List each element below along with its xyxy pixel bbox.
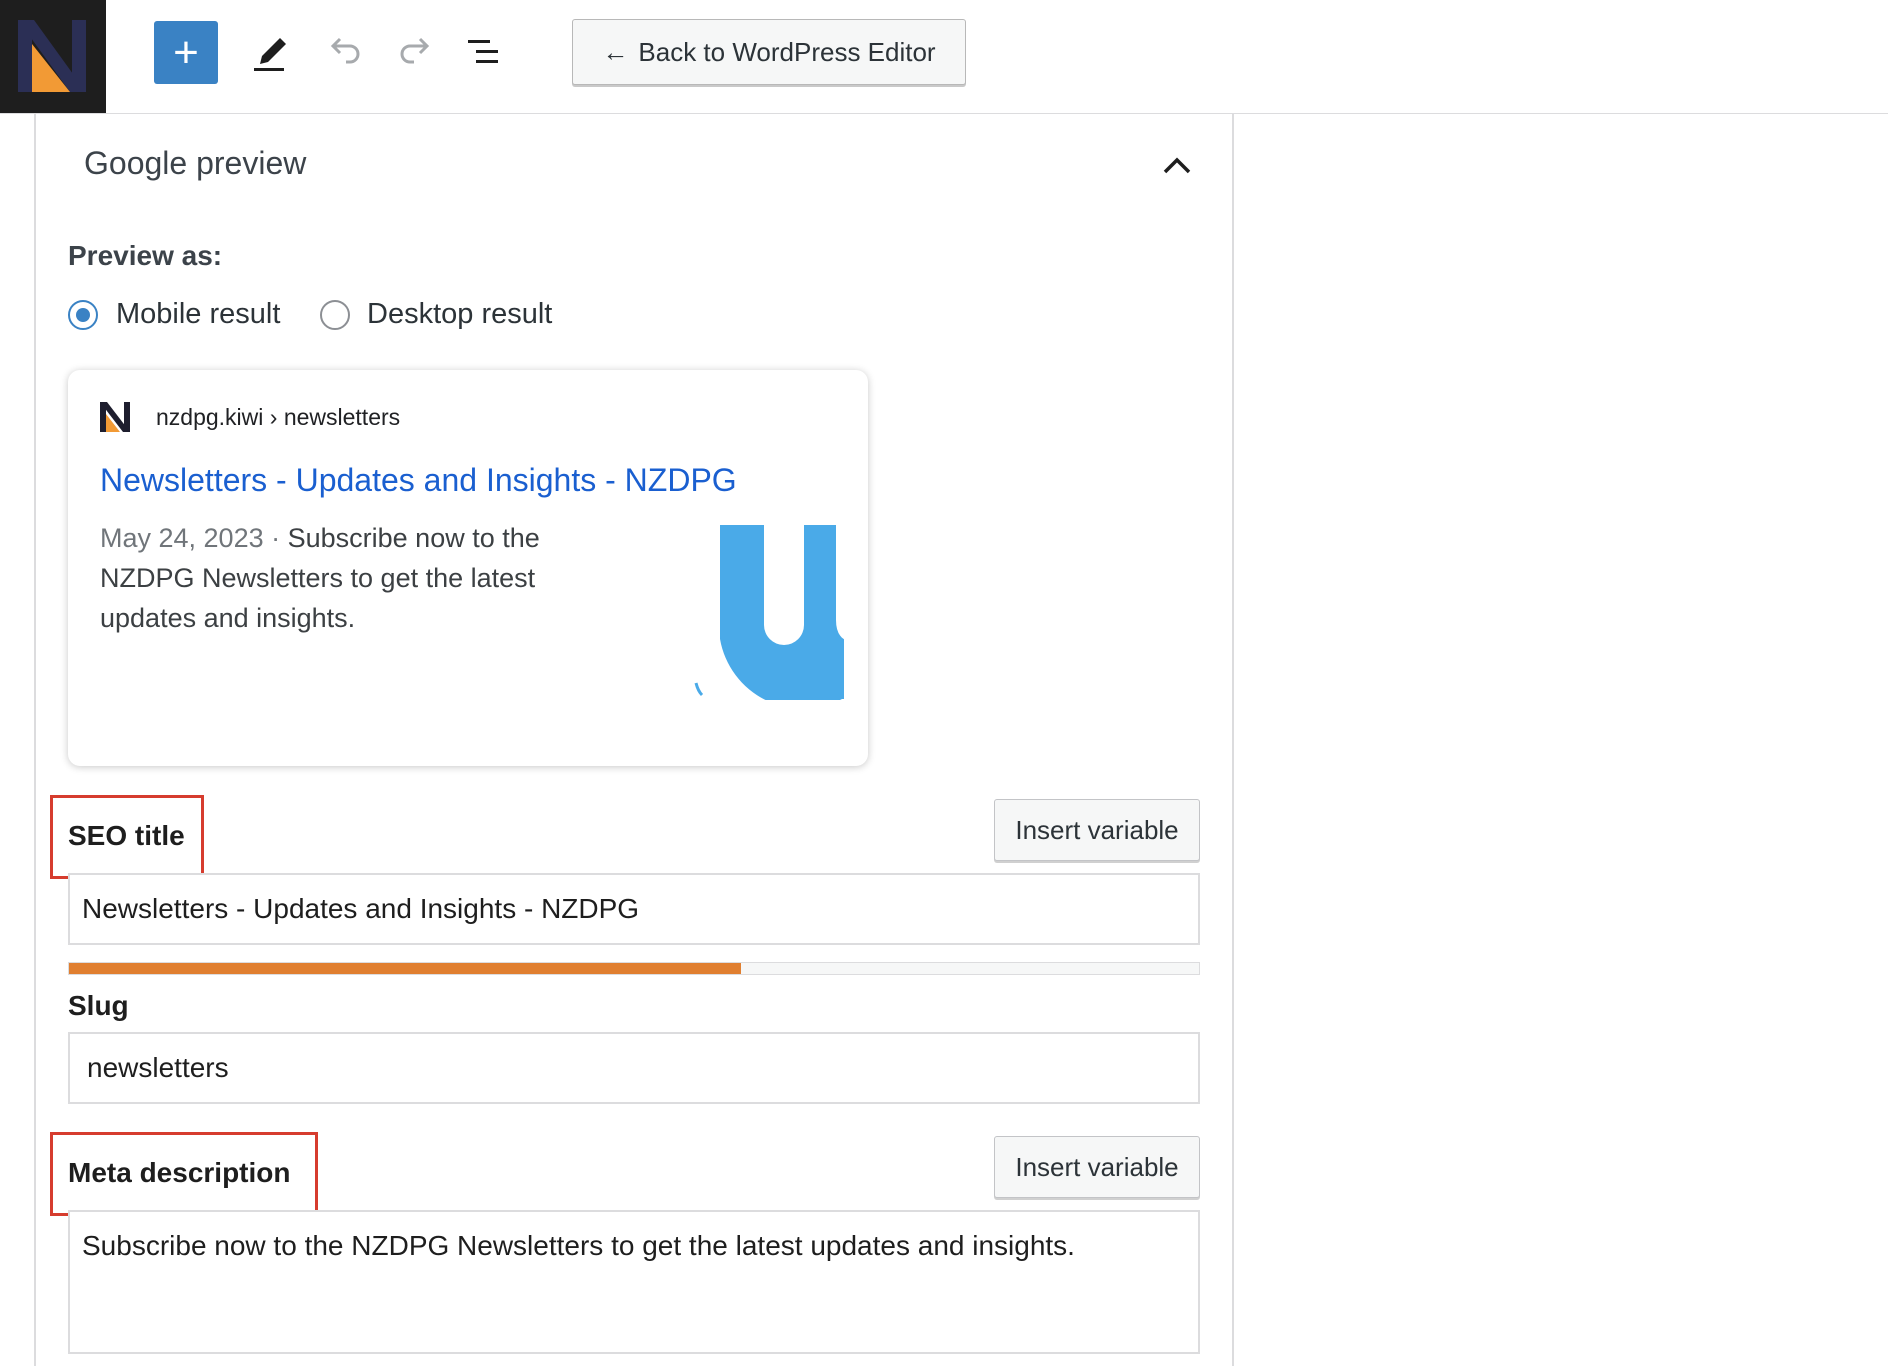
plus-icon: + xyxy=(173,27,199,77)
pencil-icon[interactable] xyxy=(248,28,296,76)
seo-title-length-fill xyxy=(69,963,742,974)
undo-icon[interactable] xyxy=(320,28,368,76)
back-to-editor-button[interactable]: ← Back to WordPress Editor xyxy=(572,19,966,85)
result-breadcrumb: nzdpg.kiwi › newsletters xyxy=(156,404,401,430)
preview-as-label: Preview as: xyxy=(68,240,223,271)
section-title: Google preview xyxy=(84,145,307,181)
seo-title-label: SEO title xyxy=(68,820,185,851)
seo-title-input[interactable]: Newsletters - Updates and Insights - NZD… xyxy=(68,873,1200,945)
desktop-result-label[interactable]: Desktop result xyxy=(367,298,552,331)
panel-border-right xyxy=(1232,113,1234,1366)
seo-title-length-bar xyxy=(68,962,1200,975)
result-date-separator: · xyxy=(263,523,288,553)
result-snippet: May 24, 2023 · Subscribe now to the NZDP… xyxy=(100,518,600,638)
chevron-up-icon[interactable] xyxy=(1160,150,1194,180)
site-favicon-icon xyxy=(100,402,130,432)
result-date: May 24, 2023 xyxy=(100,523,264,553)
seo-title-insert-variable-button[interactable]: Insert variable xyxy=(994,799,1200,861)
meta-description-label: Meta description xyxy=(68,1157,291,1188)
document-overview-icon[interactable] xyxy=(462,28,510,76)
panel-border-left xyxy=(34,113,36,1366)
result-title-link[interactable]: Newsletters - Updates and Insights - NZD… xyxy=(100,462,737,499)
add-block-button[interactable]: + xyxy=(154,21,218,84)
slug-label: Slug xyxy=(68,990,129,1021)
logo-icon xyxy=(18,20,86,92)
site-logo[interactable] xyxy=(0,0,106,113)
result-thumbnail-image xyxy=(694,525,844,700)
back-button-label: Back to WordPress Editor xyxy=(638,36,936,67)
meta-description-insert-variable-button[interactable]: Insert variable xyxy=(994,1136,1200,1198)
meta-description-textarea[interactable]: Subscribe now to the NZDPG Newsletters t… xyxy=(68,1210,1200,1354)
google-result-card: nzdpg.kiwi › newsletters Newsletters - U… xyxy=(68,370,868,766)
slug-input[interactable]: newsletters xyxy=(68,1032,1200,1104)
mobile-result-label[interactable]: Mobile result xyxy=(116,298,280,331)
desktop-result-radio[interactable] xyxy=(320,300,350,330)
editor-toolbar: + ← Back to WordPress Editor xyxy=(0,0,1888,114)
arrow-left-icon: ← xyxy=(602,36,629,67)
mobile-result-radio[interactable] xyxy=(68,300,98,330)
redo-icon[interactable] xyxy=(392,28,440,76)
